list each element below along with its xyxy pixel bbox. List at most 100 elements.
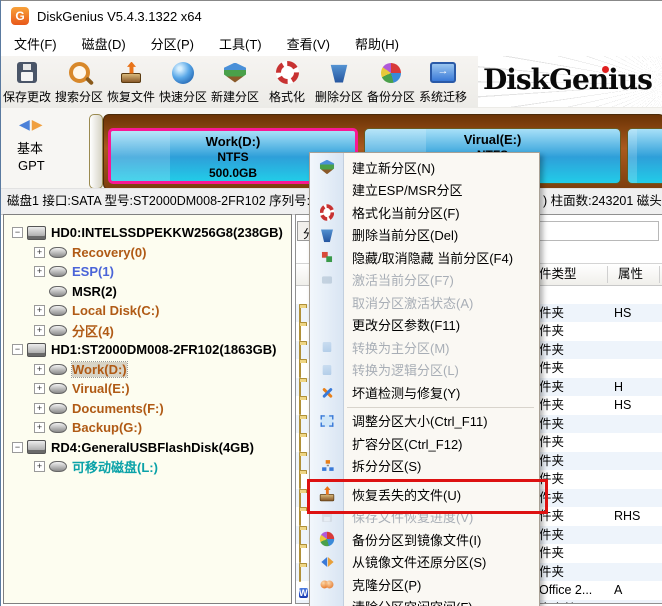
tree-item-HD1:ST2000DM008-2FR102(1863GB)[interactable]: − HD1:ST2000DM008-2FR102(1863GB) bbox=[4, 340, 291, 360]
expand-icon[interactable]: + bbox=[34, 246, 45, 258]
expand-icon[interactable]: + bbox=[34, 363, 45, 375]
expand-icon[interactable]: + bbox=[34, 461, 45, 473]
collapse-icon[interactable]: − bbox=[12, 441, 23, 453]
context-menu-item-保存文件恢复进度(V)[interactable]: 保存文件恢复进度(V) bbox=[310, 506, 539, 529]
recover-files-icon bbox=[319, 486, 335, 502]
toolbar-button-label: 搜索分区 bbox=[54, 89, 103, 104]
toolbar-button-5[interactable]: 格式化 bbox=[261, 56, 313, 108]
file-type-cell: 件夹 bbox=[539, 305, 565, 320]
backup-partition-icon bbox=[381, 60, 401, 86]
restore-image-icon bbox=[320, 556, 334, 567]
toolbar-button-2[interactable]: 恢复文件 bbox=[105, 56, 157, 108]
tree-item-HD0:INTELSSDPEKKW256G8(238GB)[interactable]: − HD0:INTELSSDPEKKW256G8(238GB) bbox=[4, 223, 291, 243]
toolbar-button-8[interactable]: 系统迁移 bbox=[417, 56, 469, 108]
context-menu-item-隐藏/取消隐藏 当前分区(F4)[interactable]: 隐藏/取消隐藏 当前分区(F4) bbox=[310, 246, 539, 269]
toolbar-button-1[interactable]: 搜索分区 bbox=[53, 56, 105, 108]
context-menu-item-转换为主分区(M)[interactable]: 转换为主分区(M) bbox=[310, 336, 539, 359]
context-menu-item-扩容分区(Ctrl_F12)[interactable]: 扩容分区(Ctrl_F12) bbox=[310, 432, 539, 455]
column-header-file-type[interactable]: 件类型 bbox=[539, 264, 577, 284]
context-menu-item-建立新分区(N)[interactable]: 建立新分区(N) bbox=[310, 156, 539, 179]
expand-icon[interactable]: + bbox=[34, 324, 45, 336]
expand-icon[interactable]: + bbox=[34, 383, 45, 395]
title-bar[interactable]: DiskGenius V5.4.3.1322 x64 bbox=[1, 0, 662, 31]
disk-bar-handle[interactable] bbox=[89, 114, 103, 189]
folder-icon bbox=[299, 399, 301, 415]
tree-item-MSR(2)[interactable]: MSR(2) bbox=[4, 282, 291, 302]
context-menu-item-备份分区到镜像文件(I)[interactable]: 备份分区到镜像文件(I) bbox=[310, 528, 539, 551]
toolbar-button-6[interactable]: 删除分区 bbox=[313, 56, 365, 108]
convert-logical-icon bbox=[322, 364, 332, 375]
folder-icon bbox=[299, 472, 301, 490]
context-menu-item-label: 激活当前分区(F7) bbox=[352, 273, 454, 289]
context-menu-item-建立ESP/MSR分区[interactable]: 建立ESP/MSR分区 bbox=[310, 179, 539, 202]
context-menu-item-拆分分区(S)[interactable]: 拆分分区(S) bbox=[310, 455, 539, 478]
context-menu-item-克隆分区(P)[interactable]: 克隆分区(P) bbox=[310, 573, 539, 596]
tree-item-可移动磁盘(L:)[interactable]: + 可移动磁盘(L:) bbox=[4, 457, 291, 477]
folder-icon bbox=[299, 491, 301, 508]
tree-item-Local Disk(C:)[interactable]: + Local Disk(C:) bbox=[4, 301, 291, 321]
context-menu-item-激活当前分区(F7)[interactable]: 激活当前分区(F7) bbox=[310, 269, 539, 292]
word-doc-icon bbox=[299, 588, 308, 598]
delete-partition-icon bbox=[330, 64, 348, 83]
context-menu-item-清除分区空闲空间(F)[interactable]: 清除分区空闲空间(F) bbox=[310, 596, 539, 606]
partition-nav-arrows[interactable]: ◀▶ bbox=[19, 116, 45, 133]
collapse-icon[interactable]: − bbox=[12, 344, 23, 356]
context-menu-item-转换为逻辑分区(L)[interactable]: 转换为逻辑分区(L) bbox=[310, 359, 539, 382]
expand-icon[interactable]: + bbox=[34, 305, 45, 317]
logo-red-dot bbox=[602, 66, 609, 73]
partition-block-2[interactable] bbox=[627, 128, 662, 184]
file-type-cell: 件夹 bbox=[539, 527, 565, 542]
menubar-item-4[interactable]: 查看(V) bbox=[278, 31, 339, 56]
clone-partition-icon bbox=[317, 574, 337, 594]
context-menu-item-从镜像文件还原分区(S)[interactable]: 从镜像文件还原分区(S) bbox=[310, 551, 539, 574]
menubar-item-1[interactable]: 磁盘(D) bbox=[73, 31, 135, 56]
context-menu-item-更改分区参数(F11)[interactable]: 更改分区参数(F11) bbox=[310, 314, 539, 337]
column-divider[interactable] bbox=[659, 266, 660, 283]
tree-item-Virual(E:)[interactable]: + Virual(E:) bbox=[4, 379, 291, 399]
context-menu-item-label: 恢复丢失的文件(U) bbox=[352, 487, 462, 503]
tree-item-label: MSR(2) bbox=[72, 283, 117, 299]
context-menu-item-格式化当前分区(F)[interactable]: 格式化当前分区(F) bbox=[310, 201, 539, 224]
disk-style-label: 基本 bbox=[17, 141, 44, 156]
file-attr-cell: H bbox=[614, 379, 624, 394]
folder-icon bbox=[299, 436, 301, 452]
tree-item-RD4:GeneralUSBFlashDisk(4GB)[interactable]: − RD4:GeneralUSBFlashDisk(4GB) bbox=[4, 438, 291, 458]
toolbar-button-4[interactable]: 新建分区 bbox=[209, 56, 261, 108]
recover-files-icon bbox=[121, 62, 141, 84]
context-menu-item-恢复丢失的文件(U)[interactable]: 恢复丢失的文件(U) bbox=[310, 483, 539, 506]
menubar-item-2[interactable]: 分区(P) bbox=[142, 31, 203, 56]
context-menu-item-坏道检测与修复(Y)[interactable]: 坏道检测与修复(Y) bbox=[310, 381, 539, 404]
toolbar-button-3[interactable]: 快速分区 bbox=[157, 56, 209, 108]
context-menu-item-调整分区大小(Ctrl_F11)[interactable]: 调整分区大小(Ctrl_F11) bbox=[310, 410, 539, 433]
context-menu-item-label: 拆分分区(S) bbox=[352, 459, 422, 475]
folder-icon bbox=[299, 528, 301, 545]
file-type-cell: 本文档 bbox=[539, 600, 577, 604]
file-type-cell: Office 2... bbox=[539, 583, 593, 597]
column-header-attributes[interactable]: 属性 bbox=[618, 264, 643, 284]
tree-item-Backup(G:)[interactable]: + Backup(G:) bbox=[4, 418, 291, 438]
toolbar-button-label: 系统迁移 bbox=[418, 89, 467, 104]
context-menu-item-label: 更改分区参数(F11) bbox=[352, 318, 461, 334]
column-divider[interactable] bbox=[607, 266, 608, 283]
file-type-cell: 件夹 bbox=[539, 472, 565, 486]
tree-item-分区(4)[interactable]: + 分区(4) bbox=[4, 321, 291, 341]
context-menu-item-label: 坏道检测与修复(Y) bbox=[352, 385, 461, 401]
tree-item-Work(D:)[interactable]: + Work(D:) bbox=[4, 360, 291, 380]
next-disk-arrow-icon[interactable]: ▶ bbox=[32, 116, 45, 132]
expand-icon[interactable]: + bbox=[34, 266, 45, 278]
toolbar-button-7[interactable]: 备份分区 bbox=[365, 56, 417, 108]
collapse-icon[interactable]: − bbox=[12, 227, 23, 239]
expand-icon[interactable]: + bbox=[34, 402, 45, 414]
prev-disk-arrow-icon[interactable]: ◀ bbox=[19, 116, 32, 132]
diskgenius-window: DiskGenius V5.4.3.1322 x64 文件(F) 磁盘(D) 分区(… bbox=[0, 0, 662, 606]
menubar-item-3[interactable]: 工具(T) bbox=[210, 31, 271, 56]
menubar-item-5[interactable]: 帮助(H) bbox=[346, 31, 408, 56]
tree-item-Recovery(0)[interactable]: + Recovery(0) bbox=[4, 243, 291, 263]
tree-item-ESP(1)[interactable]: + ESP(1) bbox=[4, 262, 291, 282]
toolbar-button-0[interactable]: 保存更改 bbox=[1, 56, 53, 108]
context-menu-item-删除当前分区(Del)[interactable]: 删除当前分区(Del) bbox=[310, 224, 539, 247]
tree-item-Documents(F:)[interactable]: + Documents(F:) bbox=[4, 399, 291, 419]
expand-icon[interactable]: + bbox=[34, 422, 45, 434]
menubar-item-0[interactable]: 文件(F) bbox=[5, 31, 66, 56]
context-menu-item-取消分区激活状态(A)[interactable]: 取消分区激活状态(A) bbox=[310, 291, 539, 314]
